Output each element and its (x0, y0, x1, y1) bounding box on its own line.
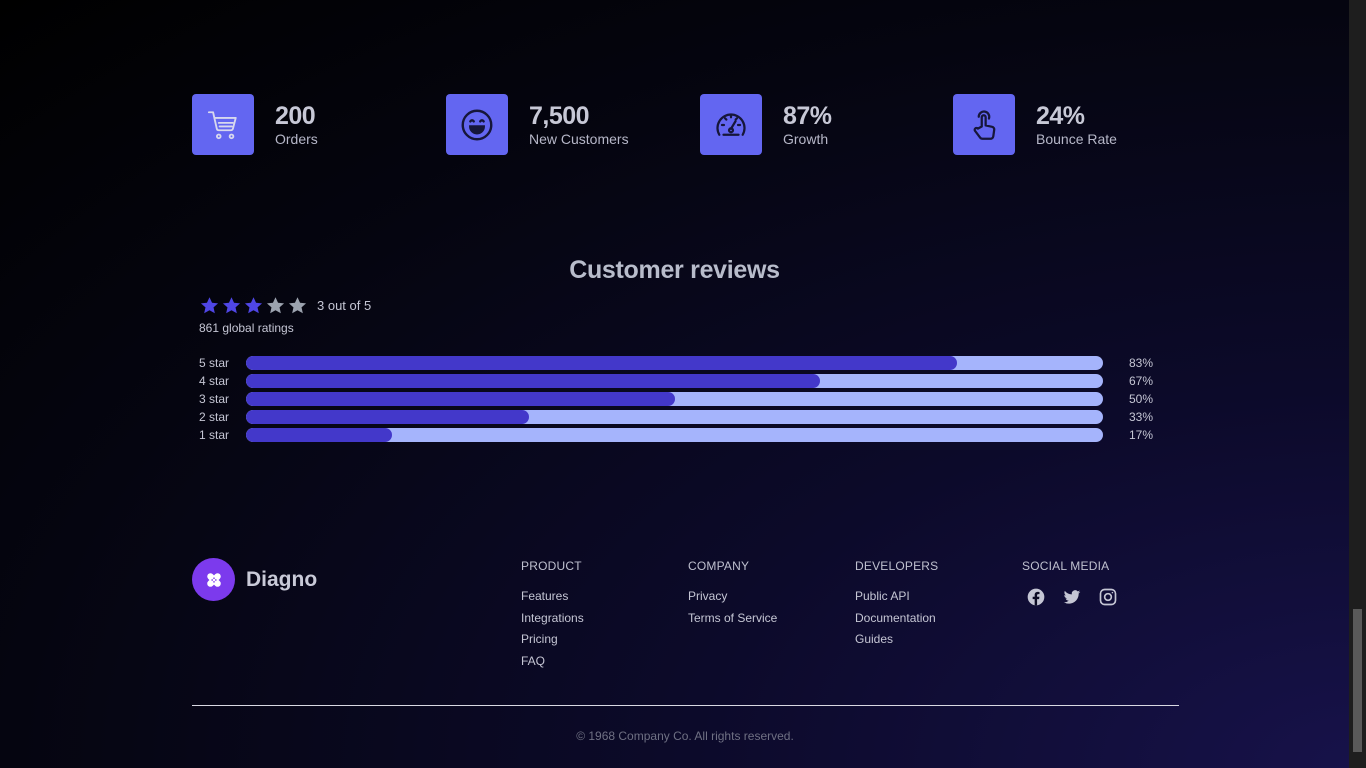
bar-track (246, 374, 1103, 388)
stat-growth: 87% Growth (700, 94, 832, 155)
scrollbar-thumb[interactable] (1353, 609, 1362, 752)
stat-new-customers: 7,500 New Customers (446, 94, 629, 155)
column-title: COMPANY (688, 559, 750, 573)
footer-link-documentation[interactable]: Documentation (855, 608, 938, 630)
reviews-title: Customer reviews (569, 256, 780, 284)
bar-percent: 33% (1129, 410, 1154, 424)
stat-label: Growth (783, 130, 829, 147)
brand-logo-link[interactable]: Diagno (192, 558, 317, 601)
rating-summary: 3 out of 5 (199, 295, 371, 316)
column-title: SOCIAL MEDIA (1022, 559, 1110, 573)
bar-label: 4 star (199, 374, 230, 388)
footer-divider (192, 705, 1179, 706)
rating-text: 3 out of 5 (317, 298, 372, 313)
bar-fill (246, 392, 675, 406)
stat-label: Orders (275, 130, 318, 147)
stat-bounce-rate: 24% Bounce Rate (953, 94, 1117, 155)
bar-track (246, 392, 1103, 406)
copyright-text: © 1968 Company Co. All rights reserved. (576, 729, 794, 743)
footer-link-integrations[interactable]: Integrations (521, 608, 584, 630)
stat-value: 7,500 (529, 101, 590, 130)
social-links (1025, 586, 1119, 608)
bar-fill (246, 428, 392, 442)
bar-fill (246, 356, 958, 370)
bar-fill (246, 410, 529, 424)
bar-label: 1 star (199, 428, 230, 442)
global-ratings: 861 global ratings (199, 321, 294, 335)
bar-percent: 17% (1129, 428, 1154, 442)
stats-row: 200 Orders 7,500 New Customers 87% Growt… (192, 94, 1179, 155)
footer-link-features[interactable]: Features (521, 586, 584, 608)
stat-value: 200 (275, 101, 316, 130)
smile-icon (446, 94, 508, 155)
footer-column-developers: DEVELOPERS Public API Documentation Guid… (855, 559, 938, 651)
vertical-scrollbar[interactable] (1349, 0, 1366, 768)
footer-link-privacy[interactable]: Privacy (688, 586, 777, 608)
stat-label: New Customers (529, 130, 629, 147)
bar-percent: 83% (1129, 356, 1154, 370)
column-title: PRODUCT (521, 559, 582, 573)
bar-label: 2 star (199, 410, 230, 424)
footer-column-product: PRODUCT Features Integrations Pricing FA… (521, 559, 584, 672)
rating-bar-row: 1 star 17% (199, 426, 1159, 444)
stat-label: Bounce Rate (1036, 130, 1117, 147)
cart-icon (192, 94, 254, 155)
bar-percent: 50% (1129, 392, 1154, 406)
star-icon (200, 297, 219, 314)
star-empty-icon (288, 297, 307, 314)
bar-track (246, 428, 1103, 442)
footer-link-pricing[interactable]: Pricing (521, 629, 584, 651)
bar-track (246, 356, 1103, 370)
footer-column-social: SOCIAL MEDIA (1022, 559, 1119, 608)
rating-bars: 5 star 83% 4 star 67% 3 star 50% 2 star … (199, 354, 1159, 444)
instagram-icon[interactable] (1097, 586, 1119, 608)
footer-link-terms[interactable]: Terms of Service (688, 608, 777, 630)
footer-link-public-api[interactable]: Public API (855, 586, 938, 608)
bar-label: 3 star (199, 392, 230, 406)
bar-label: 5 star (199, 356, 230, 370)
footer-column-company: COMPANY Privacy Terms of Service (688, 559, 777, 629)
stat-value: 87% (783, 101, 832, 130)
rating-bar-row: 4 star 67% (199, 372, 1159, 390)
brand-logo-icon (192, 558, 235, 601)
rating-bar-row: 5 star 83% (199, 354, 1159, 372)
footer-link-guides[interactable]: Guides (855, 629, 938, 651)
star-icon (222, 297, 241, 314)
stat-orders: 200 Orders (192, 94, 318, 155)
bar-track (246, 410, 1103, 424)
twitter-icon[interactable] (1061, 586, 1083, 608)
page: 200 Orders 7,500 New Customers 87% Growt… (0, 0, 1349, 768)
bar-percent: 67% (1129, 374, 1154, 388)
gauge-icon (700, 94, 762, 155)
rating-bar-row: 2 star 33% (199, 408, 1159, 426)
bar-fill (246, 374, 821, 388)
stat-value: 24% (1036, 101, 1085, 130)
star-icon (244, 297, 263, 314)
footer-link-faq[interactable]: FAQ (521, 651, 584, 673)
rating-bar-row: 3 star 50% (199, 390, 1159, 408)
brand-name: Diagno (246, 567, 318, 591)
pointer-hand-icon (953, 94, 1015, 155)
facebook-icon[interactable] (1025, 586, 1047, 608)
column-title: DEVELOPERS (855, 559, 939, 573)
star-empty-icon (266, 297, 285, 314)
